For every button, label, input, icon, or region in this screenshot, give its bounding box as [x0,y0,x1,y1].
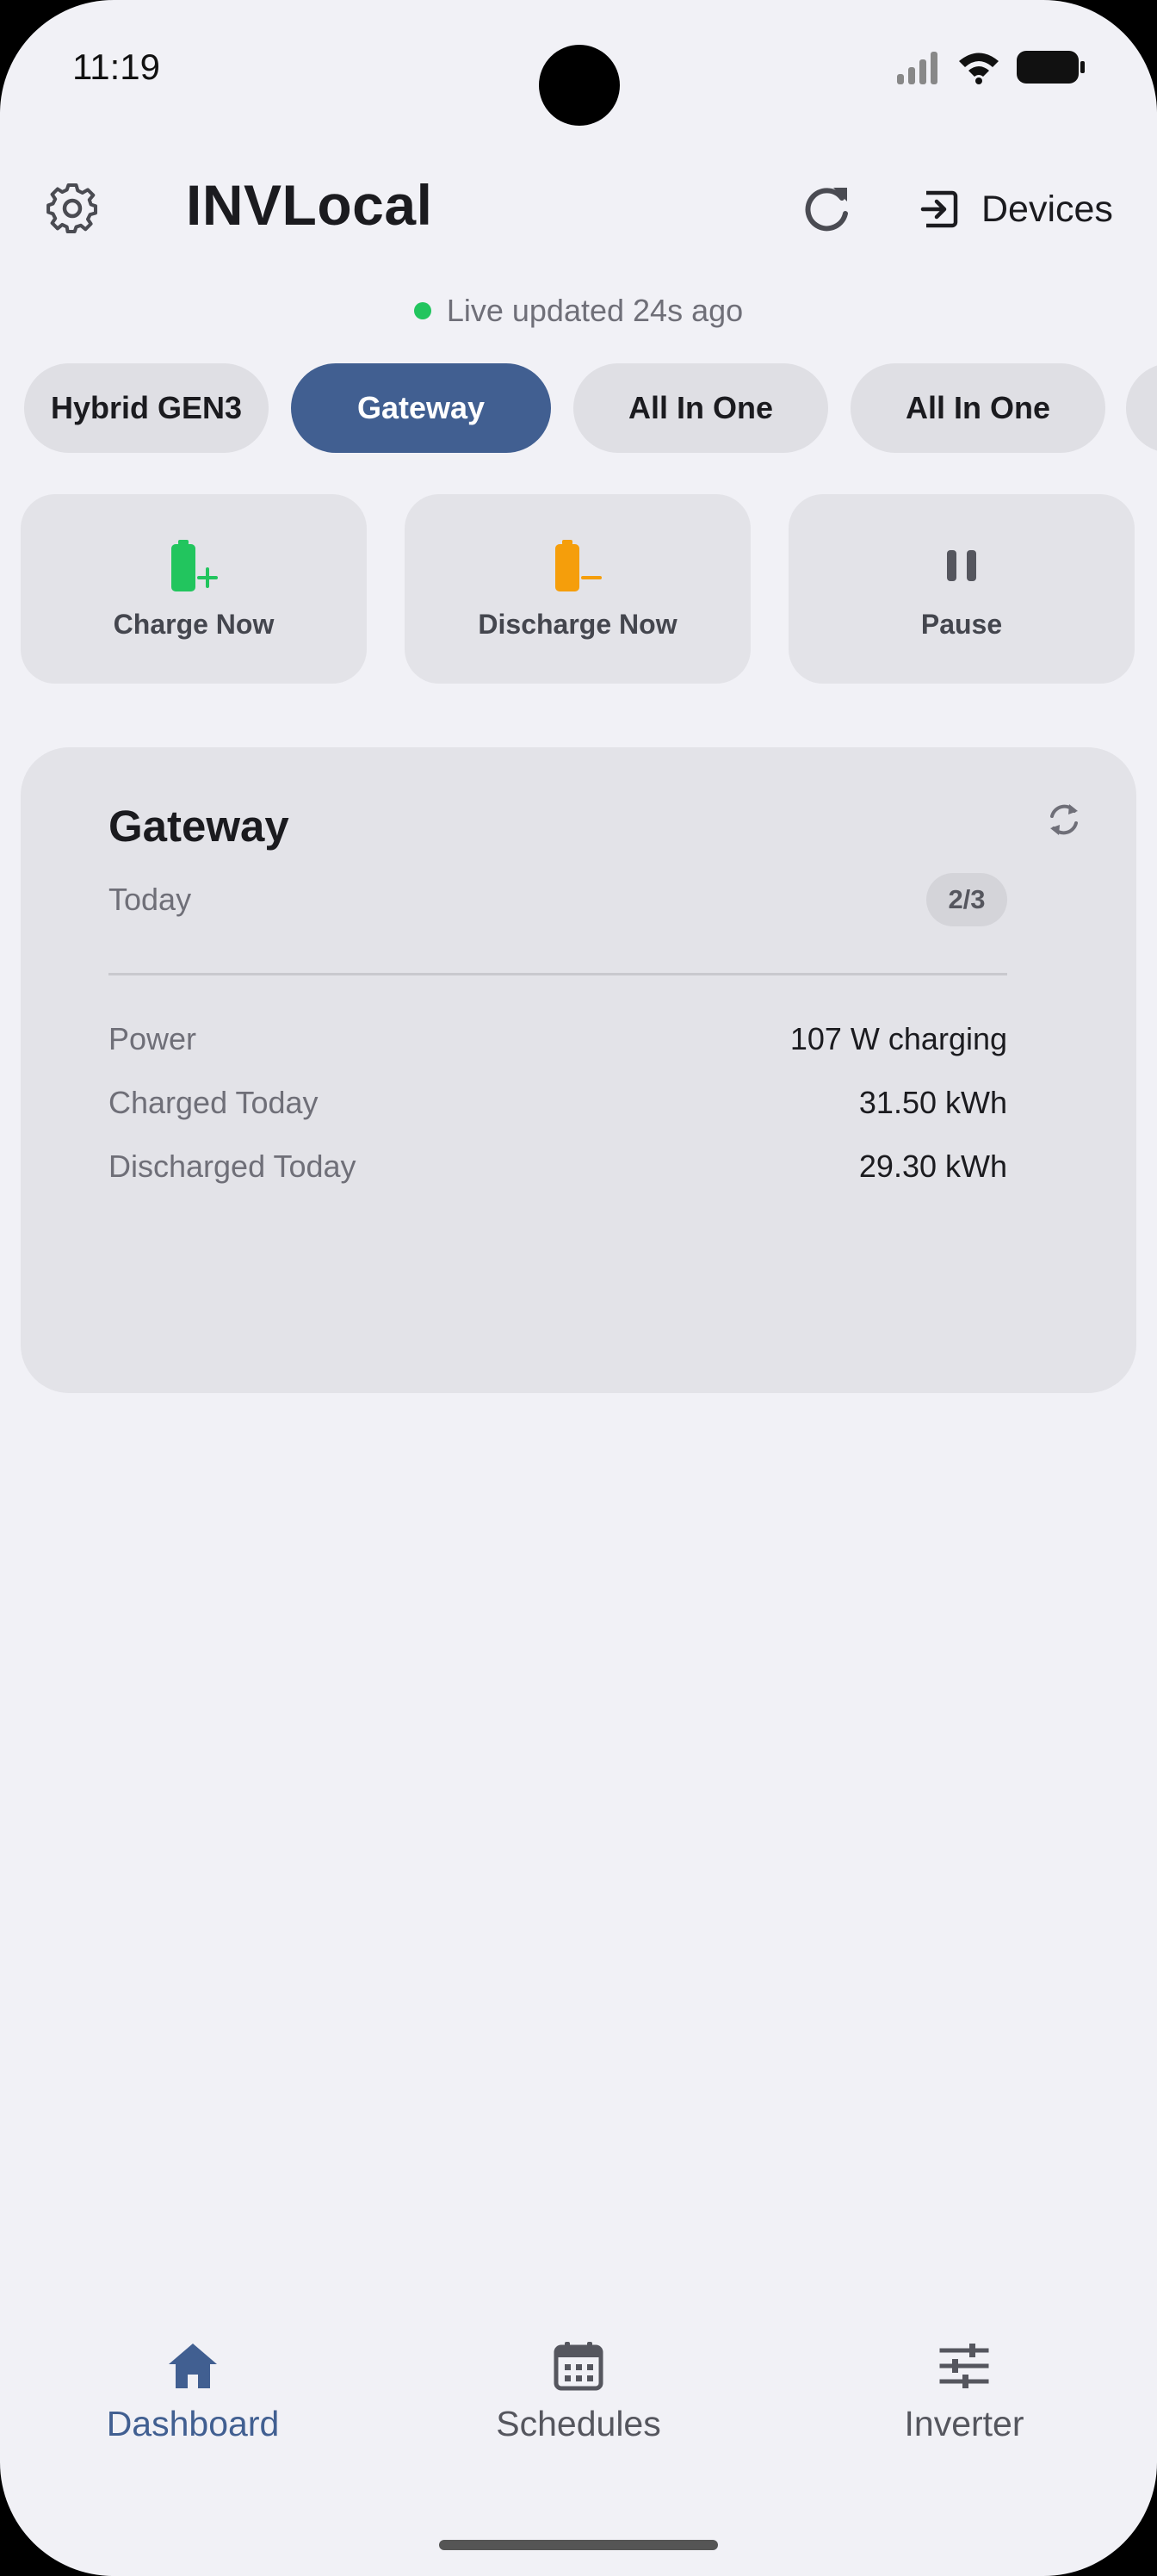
nav-dashboard[interactable]: Dashboard [0,2340,386,2444]
stat-row-power: Power 107 W charging [108,1021,1007,1057]
nav-inverter-label: Inverter [904,2404,1024,2443]
tab-all-in-one-2[interactable]: All In One [851,363,1105,453]
battery-discharge-icon [555,539,602,591]
app-title: INVLocal [186,173,433,237]
login-icon [920,190,958,228]
nav-dashboard-label: Dashboard [106,2404,280,2443]
card-divider [108,973,1007,975]
live-indicator-dot [413,302,431,319]
devices-button[interactable]: Devices [919,181,1113,238]
charge-now-button[interactable]: Charge Now [21,494,367,684]
stat-value: 31.50 kWh [858,1085,1007,1120]
calendar-icon [554,2342,603,2391]
stat-row-discharged-today: Discharged Today 29.30 kWh [108,1149,1007,1185]
camera-cutout [539,45,620,126]
home-icon [169,2344,217,2388]
nav-schedules-label: Schedules [496,2404,661,2443]
stat-value: 29.30 kWh [858,1149,1007,1184]
stat-value: 107 W charging [789,1021,1007,1056]
sliders-icon [939,2344,989,2388]
battery-icon [1017,51,1085,84]
stat-label: Power [108,1021,197,1056]
tab-gateway[interactable]: Gateway [291,363,551,453]
pause-button[interactable]: Pause [789,494,1135,684]
stat-row-charged-today: Charged Today 31.50 kWh [108,1085,1007,1121]
settings-gear-icon[interactable] [43,179,102,238]
nav-schedules[interactable]: Schedules [386,2340,771,2444]
refresh-icon[interactable] [799,179,854,238]
card-period: Today [108,882,192,917]
card-title: Gateway [108,802,289,851]
home-indicator[interactable] [439,2540,718,2550]
wifi-icon [959,53,999,84]
signal-icon [897,52,937,84]
nav-inverter[interactable]: Inverter [771,2340,1157,2444]
status-icons [895,48,1086,86]
tab-hybrid-gen3[interactable]: Hybrid GEN3 [24,363,269,453]
sync-icon[interactable] [1042,797,1086,842]
discharge-now-button[interactable]: Discharge Now [405,494,751,684]
live-status-text: Live updated 24s ago [446,293,744,328]
page-badge: 2/3 [926,873,1007,926]
discharge-now-label: Discharge Now [478,608,677,640]
live-status: Live updated 24s ago [0,293,1157,329]
app-screen: 11:19 INVLocal Devices Live updated 24s … [0,0,1157,2576]
tab-overflow[interactable] [1126,363,1157,453]
pause-label: Pause [920,608,1003,640]
pause-icon [947,549,976,581]
stat-label: Charged Today [108,1085,319,1120]
charge-now-label: Charge Now [113,608,275,640]
devices-label: Devices [981,188,1113,230]
tab-all-in-one-1[interactable]: All In One [573,363,828,453]
battery-charge-icon [171,539,218,591]
status-time: 11:19 [72,46,160,87]
stat-label: Discharged Today [108,1149,356,1184]
